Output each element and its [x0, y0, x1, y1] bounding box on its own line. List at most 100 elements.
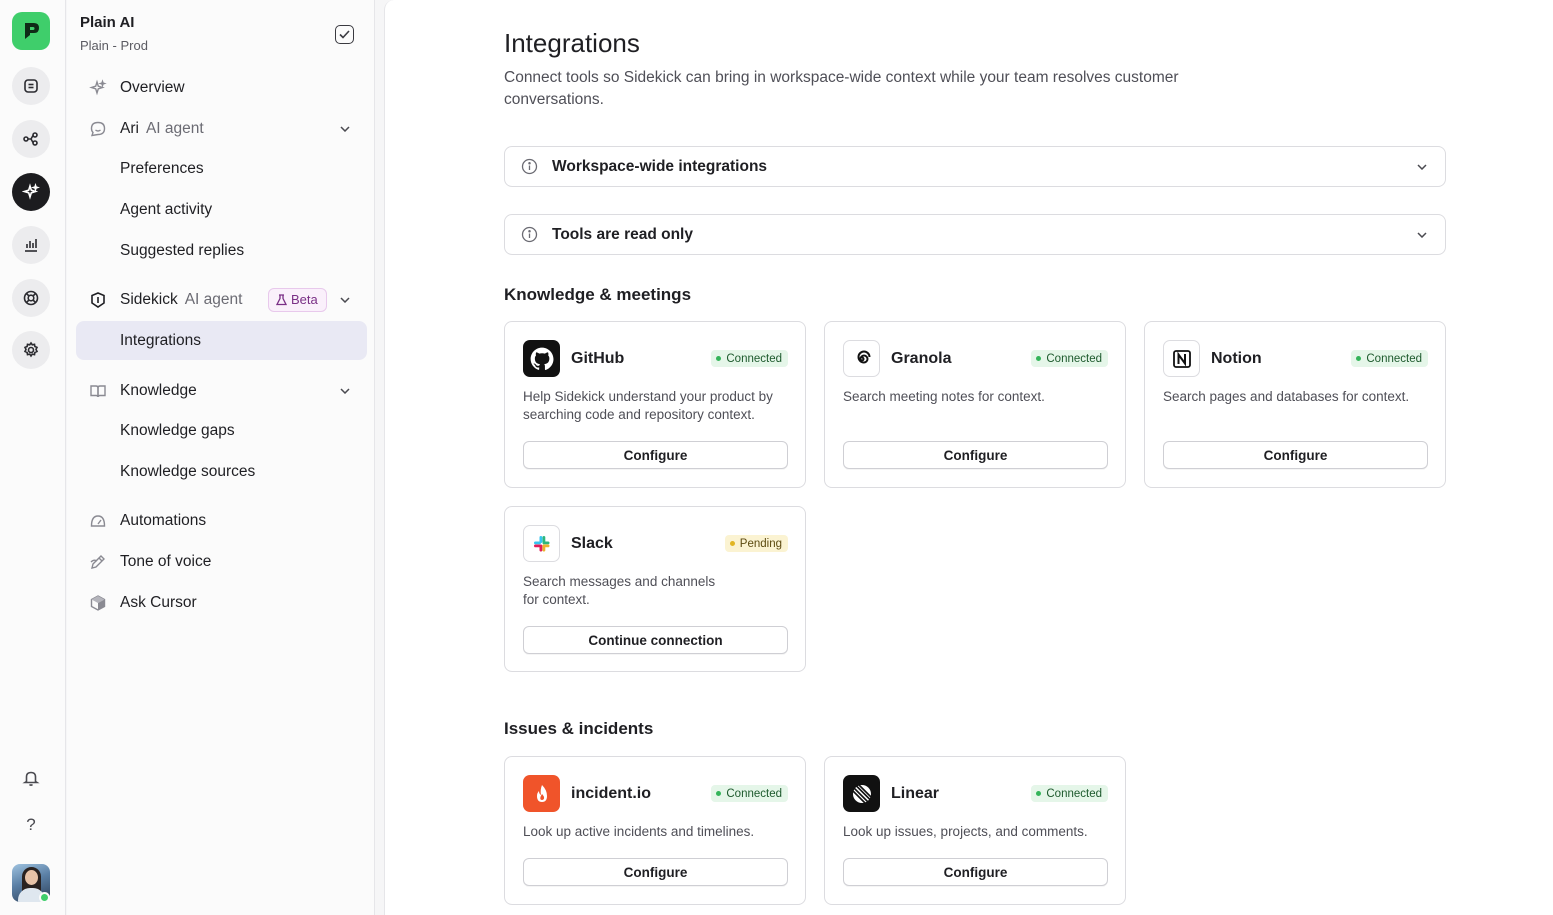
sidebar-item-label: Tone of voice: [120, 552, 212, 570]
card-title: Notion: [1211, 350, 1262, 367]
sidebar-item-label: Preferences: [120, 159, 204, 177]
integration-card-linear: Linear Connected Look up issues, project…: [824, 756, 1126, 905]
sidebar-item-sidekick[interactable]: Sidekick AI agent Beta: [76, 280, 367, 319]
sidebar-item-integrations[interactable]: Integrations: [76, 321, 367, 360]
status-label: Connected: [1046, 787, 1102, 800]
status-label: Connected: [1366, 352, 1422, 365]
sidebar-item-label: Sidekick: [120, 290, 178, 308]
status-badge: Connected: [711, 785, 788, 802]
linear-icon: [843, 775, 880, 812]
section-title-knowledge-meetings: Knowledge & meetings: [504, 285, 692, 304]
task-check-icon[interactable]: [335, 25, 354, 44]
lifebuoy-icon[interactable]: [12, 279, 50, 317]
workspace-name: Plain AI: [80, 14, 135, 31]
sidebar: Plain AI Plain - Prod Overview Ari AI age…: [67, 0, 375, 915]
pen-icon: [88, 552, 108, 572]
chart-icon[interactable]: [12, 226, 50, 264]
integration-card-notion: Notion Connected Search pages and databa…: [1144, 321, 1446, 488]
status-label: Connected: [726, 352, 782, 365]
sidebar-item-label: Knowledge: [120, 381, 197, 399]
configure-button[interactable]: Configure: [523, 441, 788, 469]
gear-icon[interactable]: [12, 331, 50, 369]
sidebar-item-automations[interactable]: Automations: [76, 501, 367, 540]
flask-icon: [276, 293, 287, 305]
inbox-icon[interactable]: [12, 67, 50, 105]
integration-card-incident-io: incident.io Connected Look up active inc…: [504, 756, 806, 905]
slack-icon: [523, 525, 560, 562]
bell-icon[interactable]: [12, 759, 50, 797]
online-status-dot: [39, 892, 50, 903]
chevron-down-icon[interactable]: [338, 122, 352, 136]
configure-button[interactable]: Configure: [843, 858, 1108, 886]
info-icon: [520, 158, 538, 176]
configure-button[interactable]: Configure: [843, 441, 1108, 469]
sidebar-item-tone-of-voice[interactable]: Tone of voice: [76, 542, 367, 581]
chevron-down-icon[interactable]: [338, 293, 352, 307]
section-title-issues-incidents: Issues & incidents: [504, 719, 654, 738]
card-description: Look up issues, projects, and comments.: [843, 824, 1088, 839]
status-badge: Pending: [724, 535, 788, 552]
card-description: Search pages and databases for context.: [1163, 389, 1410, 404]
configure-button[interactable]: Configure: [523, 858, 788, 886]
sidebar-item-label: Integrations: [120, 331, 201, 349]
status-badge: Connected: [1031, 785, 1108, 802]
help-icon[interactable]: ?: [12, 806, 50, 844]
incident-io-icon: [523, 775, 560, 812]
sidebar-item-label: Automations: [120, 511, 207, 529]
gauge-icon: [88, 511, 108, 531]
main-content: Integrations Connect tools so Sidekick c…: [384, 0, 1553, 915]
notion-icon: [1163, 340, 1200, 377]
status-label: Connected: [726, 787, 782, 800]
accordion-workspace-wide-integrations[interactable]: Workspace-wide integrations: [504, 146, 1446, 187]
workflow-icon[interactable]: [12, 120, 50, 158]
sidebar-item-knowledge-sources[interactable]: Knowledge sources: [76, 452, 367, 491]
sidebar-item-preferences[interactable]: Preferences: [76, 149, 367, 188]
sidebar-item-suggested-replies[interactable]: Suggested replies: [76, 231, 367, 270]
page-description: Connect tools so Sidekick can bring in w…: [504, 69, 1179, 108]
page-title: Integrations: [504, 28, 640, 58]
configure-button[interactable]: Configure: [1163, 441, 1428, 469]
status-badge: Connected: [1031, 350, 1108, 367]
card-title: Granola: [891, 350, 952, 367]
status-label: Pending: [739, 537, 782, 550]
chevron-down-icon[interactable]: [338, 384, 352, 398]
sidebar-item-label: Suggested replies: [120, 241, 245, 259]
cube-icon: [88, 593, 108, 613]
card-description: Look up active incidents and timelines.: [523, 824, 755, 839]
sidebar-item-ask-cursor[interactable]: Ask Cursor: [76, 583, 367, 622]
sparkles-icon[interactable]: [12, 173, 50, 211]
accordion-label: Workspace-wide integrations: [552, 157, 768, 175]
sidebar-item-label: Ari: [120, 119, 139, 137]
sidebar-item-overview[interactable]: Overview: [76, 68, 367, 107]
continue-connection-button[interactable]: Continue connection: [523, 626, 788, 654]
shield-icon: [88, 290, 108, 310]
sidebar-item-knowledge-gaps[interactable]: Knowledge gaps: [76, 411, 367, 450]
sidebar-item-agent-activity[interactable]: Agent activity: [76, 190, 367, 229]
github-icon: [523, 340, 560, 377]
card-title: incident.io: [571, 785, 651, 802]
sidebar-item-sublabel: AI agent: [145, 119, 204, 137]
card-title: Linear: [891, 785, 940, 802]
info-icon: [520, 226, 538, 244]
integration-card-slack: Slack Pending Search messages and channe…: [504, 506, 806, 672]
chevron-down-icon: [1415, 160, 1429, 174]
sidebar-item-label: Agent activity: [120, 200, 213, 218]
card-title: Slack: [571, 535, 613, 552]
accordion-tools-read-only[interactable]: Tools are read only: [504, 214, 1446, 255]
sidebar-item-sublabel: AI agent: [184, 290, 243, 308]
help-glyph: ?: [26, 815, 36, 834]
beta-badge: Beta: [268, 287, 327, 312]
sidebar-item-ari[interactable]: Ari AI agent: [76, 109, 367, 148]
granola-icon: [843, 340, 880, 377]
sparkles-icon: [88, 78, 108, 98]
status-badge: Connected: [711, 350, 788, 367]
status-label: Connected: [1046, 352, 1102, 365]
beta-badge-label: Beta: [291, 292, 318, 307]
sidebar-item-label: Knowledge sources: [120, 462, 256, 480]
plain-logo-icon[interactable]: [12, 12, 50, 50]
chat-bubble-icon: [88, 119, 108, 139]
sidebar-item-knowledge[interactable]: Knowledge: [76, 371, 367, 410]
book-icon: [88, 381, 108, 401]
workspace-subtitle: Plain - Prod: [80, 38, 148, 53]
card-description: Search meeting notes for context.: [843, 389, 1045, 404]
